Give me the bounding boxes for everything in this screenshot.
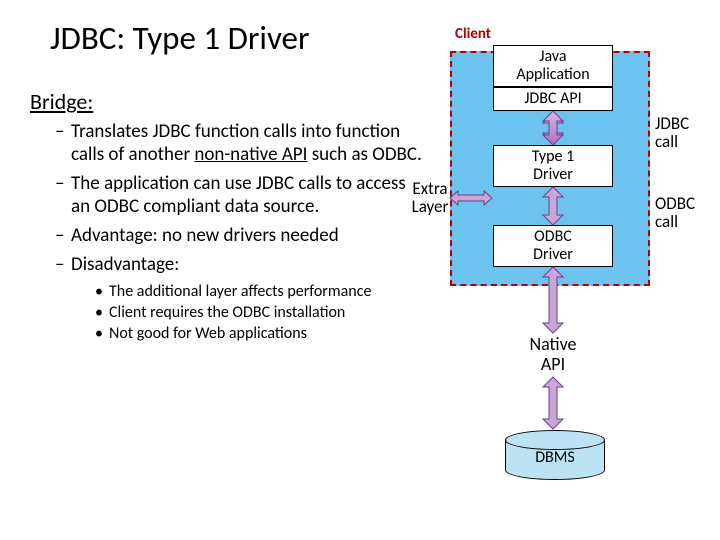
type1-l1: Type 1 [532,148,574,166]
java-l1: Java [539,48,566,66]
arrow-extra-layer [450,191,492,205]
type1-l2: Driver [533,166,573,184]
jdbc-call-label: JDBC call [655,115,689,151]
bullet-3: Advantage: no new drivers needed [55,224,425,247]
extra-l2: Layer [407,198,453,216]
extra-layer-label: Extra Layer [407,180,453,216]
arrow-native-dbms [543,377,563,429]
sub-list: The additional layer affects performance… [55,282,425,343]
arrow-odbc-native [543,267,563,333]
odbc-driver-box: ODBC Driver [493,225,613,267]
type1-driver-box: Type 1 Driver [493,145,613,187]
bridge-heading: Bridge: [30,88,93,115]
odbc-call-l2: call [655,213,695,231]
native-api-label: Native API [503,335,603,375]
odbc-call-label: ODBC call [655,195,695,231]
sub-2: Client requires the ODBC installation [95,303,425,322]
java-l2: Application [516,66,589,84]
odbc-l1: ODBC [534,228,572,246]
bullet-list: Translates JDBC function calls into func… [55,120,425,345]
sub-3: Not good for Web applications [95,324,425,343]
arrow-type1-odbc [543,187,563,225]
bullet-1: Translates JDBC function calls into func… [55,120,425,166]
java-application-box: Java Application [493,45,613,87]
odbc-l2: Driver [533,246,573,264]
native-l1: Native [503,335,603,355]
sub-1: The additional layer affects performance [95,282,425,301]
cylinder-top [505,430,605,450]
client-label: Client [455,25,491,43]
dbms-label: DBMS [505,448,605,467]
bullet-2: The application can use JDBC calls to ac… [55,172,425,218]
dbms-cylinder: DBMS [505,430,605,480]
jdbc-call-l2: call [655,133,689,151]
bullet-4: Disadvantage: [55,253,425,276]
arrow-api-type1 [543,111,563,145]
b1-underline: non-native API [194,143,307,166]
native-l2: API [503,355,603,375]
slide-title: JDBC: Type 1 Driver [50,18,309,58]
b1-suffix: such as ODBC. [307,143,421,166]
jdbc-api-box: JDBC API [493,87,613,111]
